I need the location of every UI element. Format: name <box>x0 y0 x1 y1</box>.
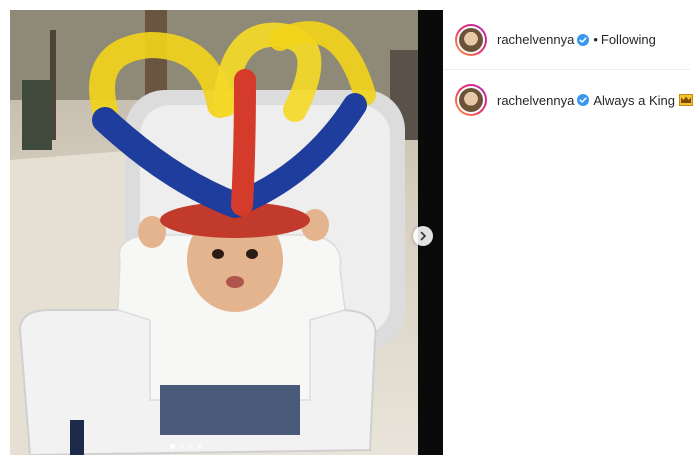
chevron-right-icon <box>420 231 426 241</box>
carousel-dot <box>197 444 202 449</box>
verified-badge-icon <box>577 33 590 46</box>
caption-row: rachelvennya Always a King <box>455 84 693 116</box>
carousel-indicator <box>170 444 202 449</box>
next-slide-button[interactable] <box>413 226 433 246</box>
following-button[interactable]: Following <box>601 32 656 47</box>
header-username-link[interactable]: rachelvennya <box>497 32 574 47</box>
post-media[interactable] <box>10 10 443 455</box>
instagram-post: rachelvennya • Following rachelvennya Al… <box>0 0 700 465</box>
post-header: rachelvennya • Following <box>443 10 690 70</box>
carousel-dot <box>188 444 193 449</box>
carousel-dot <box>179 444 184 449</box>
caption-username-link[interactable]: rachelvennya <box>497 93 574 108</box>
avatar[interactable] <box>455 23 487 56</box>
post-side-panel: rachelvennya • Following rachelvennya Al… <box>443 10 693 455</box>
caption-text: Always a King <box>593 92 675 108</box>
post-photo[interactable] <box>10 10 418 455</box>
crown-icon <box>678 94 693 106</box>
baby-balloon-photo <box>10 10 418 455</box>
carousel-dot <box>170 444 175 449</box>
header-separator: • <box>593 32 598 47</box>
caption-avatar[interactable] <box>455 84 487 116</box>
verified-badge-icon <box>577 94 590 106</box>
